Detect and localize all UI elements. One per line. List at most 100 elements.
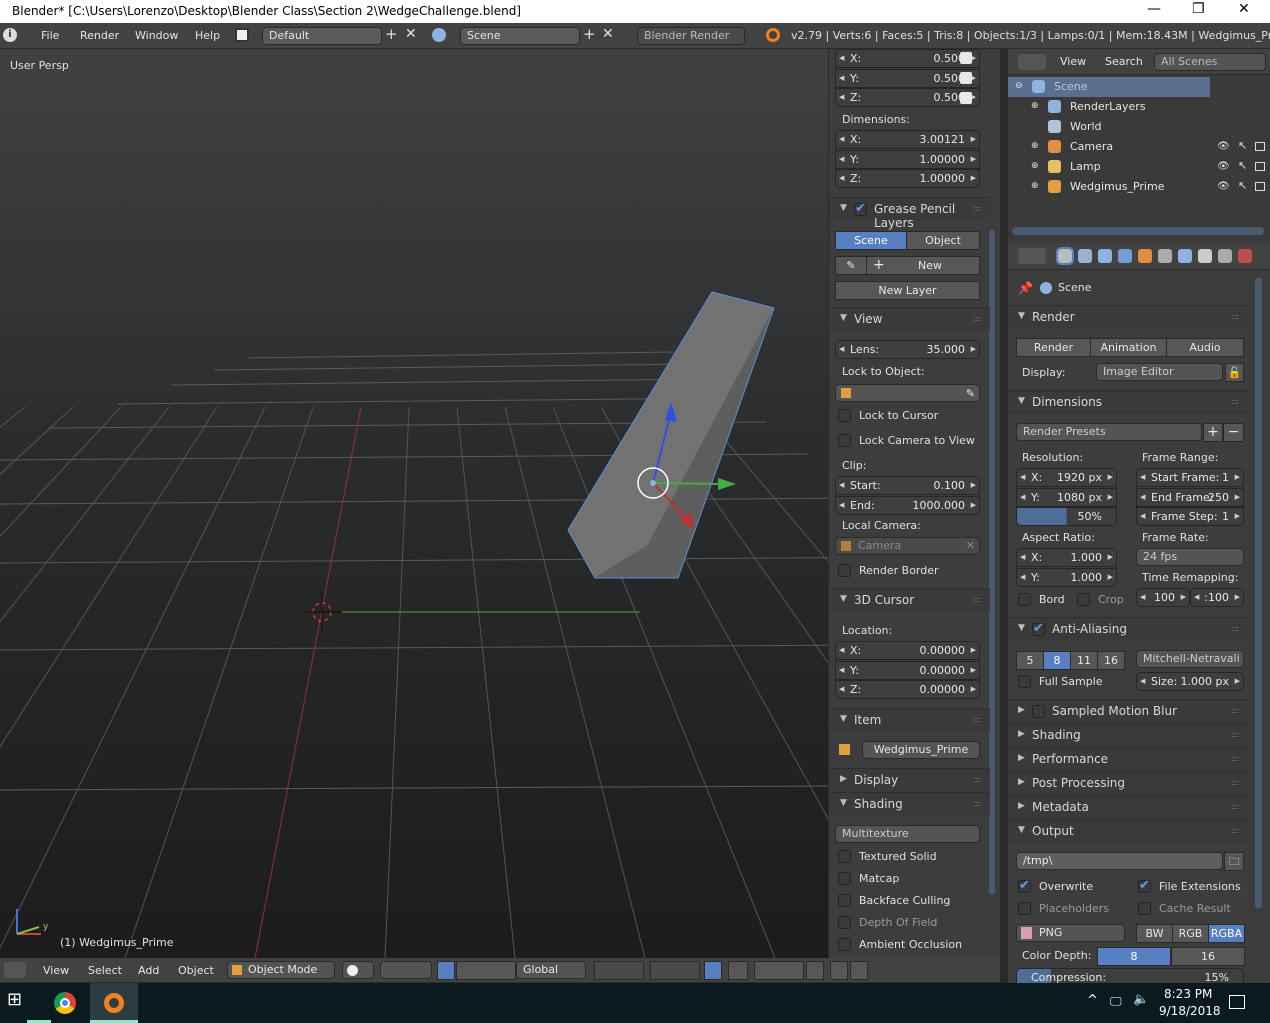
outliner-filter-selector[interactable]: All Scenes xyxy=(1154,53,1266,71)
tab-scene[interactable]: Scene xyxy=(835,231,907,250)
decrement-arrow[interactable]: ◀ xyxy=(839,497,844,514)
selectable-cursor-icon[interactable]: ↖ xyxy=(1238,159,1247,173)
draw-pencil-button[interactable]: ✎ xyxy=(835,256,867,275)
snap-settings[interactable] xyxy=(754,961,804,980)
drag-grip-icon[interactable]: :::: xyxy=(1231,826,1239,835)
properties-tab-data-icon[interactable] xyxy=(1198,249,1212,263)
output-path-field[interactable]: /tmp\ xyxy=(1016,852,1223,870)
decrement-arrow[interactable]: ◀ xyxy=(839,170,844,187)
notifications-icon[interactable] xyxy=(1229,995,1245,1009)
cursor-x-field[interactable]: ◀ X: 0.00000 ▶ xyxy=(835,641,980,660)
properties-tab-object-icon[interactable] xyxy=(1138,249,1152,263)
decrement-arrow[interactable]: ◀ xyxy=(839,681,844,698)
drag-grip-icon[interactable]: :::: xyxy=(973,314,981,323)
add-scene-button[interactable]: + xyxy=(583,27,596,42)
scene-selector[interactable]: Scene xyxy=(460,27,580,45)
increment-arrow[interactable]: ▶ xyxy=(1235,469,1240,486)
shading-option-matcap-checkbox[interactable] xyxy=(838,872,851,885)
animation-button[interactable]: Animation xyxy=(1090,338,1167,357)
area-divider[interactable] xyxy=(1000,49,1008,985)
expand-toggle-icon[interactable]: ⊖ xyxy=(1015,79,1023,93)
decrement-arrow[interactable]: ◀ xyxy=(839,131,844,148)
layers-grid-2[interactable] xyxy=(650,961,700,980)
new-grease-pencil-button[interactable]: + New xyxy=(866,256,980,275)
object-name-field[interactable]: Wedgimus_Prime xyxy=(862,741,980,759)
new-layer-button[interactable]: New Layer xyxy=(835,281,980,300)
properties-tab-render-icon[interactable] xyxy=(1056,247,1074,265)
display-selector[interactable]: Image Editor xyxy=(1096,363,1223,381)
shading-option-depth-of-field-checkbox[interactable] xyxy=(838,916,851,929)
decrement-arrow[interactable]: ◀ xyxy=(839,70,844,87)
color-depth-8[interactable]: 8 xyxy=(1097,947,1171,966)
drag-grip-icon[interactable]: :::: xyxy=(1231,730,1239,739)
aspect-y-field[interactable]: ◀ Y: 1.000 ▶ xyxy=(1016,567,1117,587)
3d-cursor-panel-header[interactable]: ▼ 3D Cursor:::: xyxy=(830,588,990,612)
render-animation-button[interactable] xyxy=(850,961,868,980)
anti-aliasing-panel-header[interactable]: ▼ Anti-Aliasing:::: xyxy=(1008,617,1248,641)
output-panel-header[interactable]: ▼ Output:::: xyxy=(1008,819,1248,843)
render-border-checkbox[interactable] xyxy=(838,564,851,577)
overwrite-checkbox[interactable] xyxy=(1018,878,1031,893)
full-sample-checkbox[interactable] xyxy=(1018,675,1031,688)
outliner-scrollbar[interactable] xyxy=(1012,227,1264,235)
file-extensions-checkbox[interactable] xyxy=(1138,878,1151,893)
info-icon[interactable]: i xyxy=(3,28,17,42)
time-remap-new-field[interactable]: ◀:100 ▶ xyxy=(1190,588,1244,607)
file-format-selector[interactable]: PNG xyxy=(1016,924,1125,942)
shading-option-ambient-occlusion-checkbox[interactable] xyxy=(838,938,851,951)
aa-samples-5[interactable]: 5 xyxy=(1016,651,1044,670)
lock-camera-to-view-checkbox[interactable] xyxy=(838,434,851,447)
pivot-selector[interactable] xyxy=(380,961,432,979)
outliner-menu-search[interactable]: Search xyxy=(1105,55,1143,68)
menu-view[interactable]: View xyxy=(43,964,69,977)
clock-date[interactable]: 9/18/2018 xyxy=(1159,1004,1221,1018)
decrement-arrow[interactable]: ◀ xyxy=(839,477,844,494)
maximize-button[interactable]: ❐ xyxy=(1192,2,1205,16)
properties-scrollbar[interactable] xyxy=(1255,278,1262,908)
add-preset-button[interactable]: + xyxy=(1203,423,1223,442)
increment-arrow[interactable]: ▶ xyxy=(1235,673,1240,690)
grease-pencil-layers-panel-header[interactable]: ▼Grease Pencil Layers:::: xyxy=(830,197,990,230)
scale-y-field[interactable]: ◀ Y: 0.500 ▶ xyxy=(835,68,980,88)
lock-icon[interactable] xyxy=(960,92,972,104)
network-icon[interactable]: 🖵 xyxy=(1110,994,1122,1008)
expand-toggle-icon[interactable]: ⊕ xyxy=(1031,159,1039,173)
frame-rate-selector[interactable]: 24 fps xyxy=(1136,548,1244,566)
properties-tab-scene-icon[interactable] xyxy=(1098,249,1112,263)
menu-render[interactable]: Render xyxy=(80,29,119,42)
volume-icon[interactable]: 🔈 xyxy=(1133,993,1149,1007)
render-opengl-button[interactable] xyxy=(830,961,848,980)
chrome-icon[interactable] xyxy=(54,992,76,1014)
drag-grip-icon[interactable]: :::: xyxy=(1231,624,1239,633)
shading-panel-header[interactable]: ▶ Shading:::: xyxy=(1008,723,1248,747)
sampled-motion-blur-panel-header[interactable]: ▶ Sampled Motion Blur:::: xyxy=(1008,699,1248,723)
increment-arrow[interactable]: ▶ xyxy=(971,170,976,187)
dimension-y-field[interactable]: ◀ Y: 1.00000 ▶ xyxy=(835,149,980,169)
visibility-eye-icon[interactable]: 👁 xyxy=(1217,140,1230,154)
lens-field[interactable]: ◀ Lens: 35.000 ▶ xyxy=(835,340,980,359)
aa-samples-16[interactable]: 16 xyxy=(1097,651,1125,670)
dimension-z-field[interactable]: ◀ Z: 1.00000 ▶ xyxy=(835,169,980,188)
browse-folder-button[interactable]: 🗀 xyxy=(1224,852,1244,871)
color-mode-rgba[interactable]: RGBA xyxy=(1208,924,1245,943)
snap-target-button[interactable] xyxy=(806,961,824,980)
editor-type-icon[interactable] xyxy=(4,962,26,978)
properties-tab-constraints-icon[interactable] xyxy=(1158,249,1172,263)
shading-panel-header[interactable]: ▼ Shading:::: xyxy=(830,792,990,816)
decrement-arrow[interactable]: ◀ xyxy=(1020,549,1025,566)
decrement-arrow[interactable]: ◀ xyxy=(839,662,844,679)
editor-type-icon[interactable] xyxy=(1018,248,1046,264)
screen-layout-icon[interactable] xyxy=(235,28,249,42)
start-frame-field[interactable]: ◀ Start Frame: 1 ▶ xyxy=(1136,468,1244,487)
cursor-z-field[interactable]: ◀ Z: 0.00000 ▶ xyxy=(835,680,980,699)
outliner-item-wedgimus_prime[interactable]: ⊕ Wedgimus_Prime 👁 ↖ xyxy=(1008,177,1270,197)
aspect-x-field[interactable]: ◀ X: 1.000 ▶ xyxy=(1016,548,1117,567)
cache-result-checkbox[interactable] xyxy=(1138,902,1151,915)
increment-arrow[interactable]: ▶ xyxy=(971,477,976,494)
increment-arrow[interactable]: ▶ xyxy=(971,642,976,659)
increment-arrow[interactable]: ▶ xyxy=(1235,508,1240,525)
viewport-shading-selector[interactable] xyxy=(342,961,374,979)
manipulator-toggle[interactable] xyxy=(437,961,455,980)
shading-option-textured-solid-checkbox[interactable] xyxy=(838,850,851,863)
delete-layout-button[interactable]: ✕ xyxy=(405,27,417,41)
